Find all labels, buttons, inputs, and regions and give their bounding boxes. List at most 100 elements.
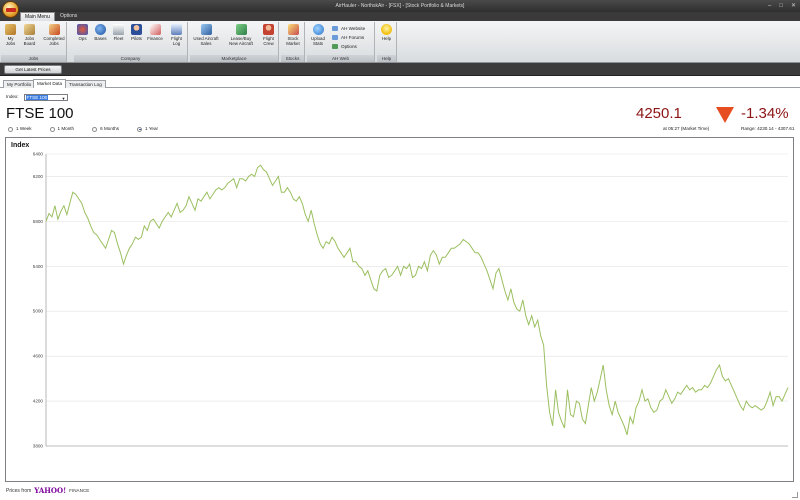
radio-selected-icon (137, 126, 143, 132)
flight-log-label: Flight Log (171, 36, 182, 46)
group-label-marketplace: Marketplace (190, 55, 278, 62)
range-label: 1 Year (145, 126, 159, 131)
radio-icon (8, 126, 13, 132)
fleet-label: Fleet (113, 36, 124, 41)
options-label: Options (341, 44, 357, 49)
window-title: AirHauler - NorthskAir - [FSX] - [Stock … (335, 3, 465, 9)
percent-change: -1.34% (741, 105, 789, 122)
my-jobs-button[interactable]: My Jobs (3, 23, 18, 46)
lease-aircraft-icon (235, 24, 247, 35)
resize-grip-icon[interactable] (792, 492, 798, 498)
lease-buy-aircraft-button[interactable]: Lease/Buy New Aircraft (225, 23, 257, 46)
range-option-1-month[interactable]: 1 Month (49, 126, 74, 132)
group-label-ah-web: AH Web (307, 55, 374, 62)
tab-main-menu[interactable]: Main Menu (20, 12, 55, 21)
chevron-down-icon: ▼ (61, 95, 66, 101)
options-icon (332, 44, 338, 49)
group-label-stocks: Stocks (281, 55, 304, 62)
y-tick-label: 5400 (33, 264, 44, 269)
jobs-board-button[interactable]: Jobs Board (22, 23, 37, 46)
y-tick-label: 4200 (33, 399, 44, 404)
get-latest-prices-button[interactable]: Get Latest Prices (4, 65, 62, 74)
help-button[interactable]: Help (379, 23, 394, 41)
minimize-button[interactable]: – (768, 0, 771, 12)
group-label-company: Company (74, 55, 187, 62)
price-chart: Index 3800 4200 4600 5000 5400 5800 6200 6400 (5, 137, 794, 482)
day-range: Range: 4230.14 - 4307.61 (741, 126, 795, 131)
title-bar: AirHauler - NorthskAir - [FSX] - [Stock … (0, 0, 800, 12)
pilots-button[interactable]: Pilots (129, 23, 144, 41)
y-tick-label: 6400 (33, 152, 44, 157)
help-label: Help (381, 36, 392, 41)
ribbon-group-help: Help Help (377, 22, 397, 62)
ops-icon (77, 24, 88, 35)
ribbon-group-stocks: Stock Market Stocks (281, 22, 305, 62)
options-link[interactable]: Options (331, 42, 381, 51)
y-tick-label: 5800 (33, 219, 44, 224)
bases-label: Bases (94, 36, 107, 41)
flight-log-button[interactable]: Flight Log (168, 23, 185, 46)
range-label: 1 Week (16, 126, 32, 131)
completed-jobs-label: Completed Jobs (43, 36, 65, 46)
stock-market-label: Stock Market (286, 36, 300, 46)
ah-website-link[interactable]: AH Website (331, 24, 381, 33)
ribbon-group-company: Ops Bases Fleet Pilots Finance Flight Lo… (74, 22, 188, 62)
globe-icon (95, 24, 106, 35)
close-button[interactable]: ✕ (791, 0, 796, 12)
tab-transaction-log[interactable]: Transaction Log (65, 80, 106, 88)
group-label-help: Help (377, 55, 396, 62)
bases-button[interactable]: Bases (93, 23, 108, 41)
my-jobs-label: My Jobs (5, 36, 16, 46)
flight-crew-button[interactable]: Flight Crew (260, 23, 277, 46)
index-label: Index: (6, 94, 19, 99)
time-range-selector: 1 Week 1 Month 6 Months 1 Year (8, 126, 158, 132)
ribbon-group-marketplace: Used Aircraft Sales Lease/Buy New Aircra… (190, 22, 279, 62)
app-menu-orb-icon[interactable] (2, 1, 19, 18)
finance-button[interactable]: Finance (146, 23, 164, 41)
yahoo-finance-label: FINANCE (69, 488, 90, 493)
lightbulb-icon (381, 24, 392, 35)
yahoo-logo: YAHOO! (34, 486, 67, 495)
down-arrow-icon (716, 107, 734, 123)
radio-icon (92, 126, 98, 132)
maximize-button[interactable]: □ (779, 0, 783, 12)
upload-stats-label: Upload Stats (311, 36, 325, 46)
aircraft-sales-icon (200, 24, 212, 35)
fleet-button[interactable]: Fleet (111, 23, 126, 41)
clipboard-icon (24, 24, 35, 35)
range-option-1-year[interactable]: 1 Year (137, 126, 158, 132)
stock-market-button[interactable]: Stock Market (284, 23, 302, 46)
ah-website-label: AH Website (341, 26, 366, 31)
ah-forums-label: AH Forums (341, 35, 365, 40)
y-tick-label: 3800 (33, 444, 44, 449)
ribbon-tab-bar: Main Menu Options (0, 12, 800, 21)
range-option-6-months[interactable]: 6 Months (92, 126, 119, 132)
app-window: AirHauler - NorthskAir - [FSX] - [Stock … (0, 0, 800, 500)
upload-stats-button[interactable]: Upload Stats (309, 23, 327, 46)
tab-options[interactable]: Options (56, 12, 81, 21)
crew-icon (263, 24, 274, 35)
tab-my-portfolio[interactable]: My Portfolio (3, 80, 36, 88)
finance-label: Finance (147, 36, 163, 41)
index-name-heading: FTSE 100 (6, 105, 74, 122)
window-controls: – □ ✕ (768, 0, 796, 12)
pilot-icon (131, 24, 142, 35)
used-aircraft-sales-button[interactable]: Used Aircraft Sales (191, 23, 221, 46)
ribbon: My Jobs Jobs Board Completed Jobs Jobs O… (0, 21, 800, 63)
ah-forums-link[interactable]: AH Forums (331, 33, 381, 42)
ribbon-group-jobs: My Jobs Jobs Board Completed Jobs Jobs (1, 22, 67, 62)
lease-buy-aircraft-label: Lease/Buy New Aircraft (229, 36, 253, 46)
tab-market-data[interactable]: Market Data (33, 79, 67, 88)
ops-button[interactable]: Ops (75, 23, 90, 41)
chart-title: Index (11, 142, 29, 149)
group-label-jobs: Jobs (1, 55, 66, 62)
briefcase-icon (5, 24, 16, 35)
index-dropdown[interactable]: FTSE 100 ▼ (23, 93, 68, 101)
range-option-1-week[interactable]: 1 Week (8, 126, 32, 132)
document-toolstrip: Get Latest Prices (0, 63, 800, 76)
radio-icon (49, 126, 55, 132)
completed-jobs-button[interactable]: Completed Jobs (42, 23, 66, 46)
range-label: 6 Months (100, 126, 120, 131)
data-provider: Prices from YAHOO! FINANCE (6, 486, 89, 495)
used-aircraft-sales-label: Used Aircraft Sales (193, 36, 219, 46)
